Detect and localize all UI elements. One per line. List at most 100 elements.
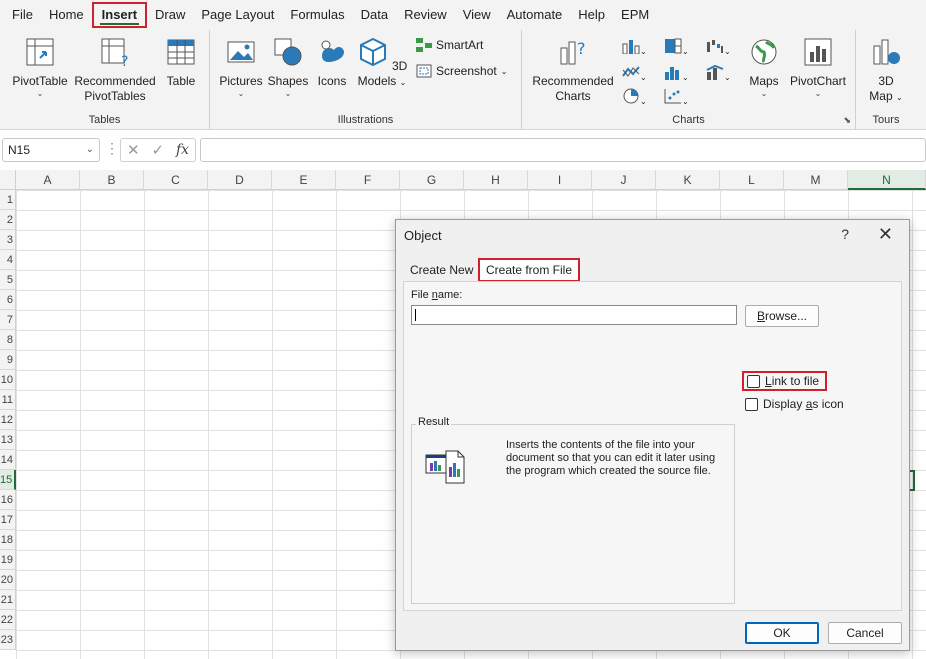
- menu-review[interactable]: Review: [396, 2, 455, 28]
- row-header-6[interactable]: 6: [0, 290, 16, 310]
- row-header-12[interactable]: 12: [0, 410, 16, 430]
- ok-button[interactable]: OK: [745, 622, 819, 644]
- row-header-10[interactable]: 10: [0, 370, 16, 390]
- chevron-down-icon: ⌄: [760, 89, 768, 98]
- charts-group: ? Recommended Charts ⌄ ⌄ ⌄ ⌄ ⌄ ⌄ ⌄ ⌄ Map…: [522, 30, 856, 130]
- row-header-16[interactable]: 16: [0, 490, 16, 510]
- column-header-b[interactable]: B: [80, 170, 144, 190]
- row-header-9[interactable]: 9: [0, 350, 16, 370]
- browse-label: rowse...: [765, 309, 808, 323]
- maps-button[interactable]: Maps ⌄: [744, 36, 784, 99]
- column-header-i[interactable]: I: [528, 170, 592, 190]
- row-header-18[interactable]: 18: [0, 530, 16, 550]
- column-chart-button[interactable]: ⌄: [622, 38, 647, 56]
- column-header-c[interactable]: C: [144, 170, 208, 190]
- column-header-j[interactable]: J: [592, 170, 656, 190]
- charts-group-label: Charts: [672, 114, 705, 126]
- recommended-pivottables-button[interactable]: ? Recommended PivotTables: [72, 36, 158, 104]
- recommended-charts-button[interactable]: ? Recommended Charts: [530, 36, 616, 104]
- screenshot-button[interactable]: Screenshot ⌄: [416, 64, 507, 78]
- column-header-g[interactable]: G: [400, 170, 464, 190]
- row-header-7[interactable]: 7: [0, 310, 16, 330]
- row-header-21[interactable]: 21: [0, 590, 16, 610]
- file-name-input[interactable]: [411, 305, 737, 325]
- column-header-f[interactable]: F: [336, 170, 400, 190]
- browse-button[interactable]: Browse...: [745, 305, 819, 327]
- chevron-down-icon: ⌄: [895, 93, 903, 102]
- row-header-4[interactable]: 4: [0, 250, 16, 270]
- 3d-map-button[interactable]: 3D Map ⌄: [864, 36, 908, 105]
- link-accel: L: [765, 374, 772, 388]
- tab-create-new[interactable]: Create New: [404, 258, 479, 282]
- line-chart-button[interactable]: ⌄: [622, 64, 647, 82]
- chevron-down-icon: ⌄: [36, 89, 44, 98]
- pivottable-button[interactable]: PivotTable ⌄: [10, 36, 70, 99]
- name-box[interactable]: N15 ⌄: [2, 138, 100, 162]
- column-header-k[interactable]: K: [656, 170, 720, 190]
- row-header-20[interactable]: 20: [0, 570, 16, 590]
- pivotchart-icon: [804, 38, 832, 66]
- smartart-button[interactable]: SmartArt: [416, 38, 483, 52]
- recommended-pivot-label-2: PivotTables: [84, 89, 146, 103]
- menu-draw[interactable]: Draw: [147, 2, 193, 28]
- row-header-5[interactable]: 5: [0, 270, 16, 290]
- display-pre: Display: [763, 397, 806, 411]
- menu-insert[interactable]: Insert: [91, 2, 148, 28]
- menu-automate[interactable]: Automate: [499, 2, 571, 28]
- statistic-chart-button[interactable]: ⌄: [664, 64, 689, 82]
- menu-page-layout[interactable]: Page Layout: [193, 2, 282, 28]
- pictures-icon: [227, 41, 255, 63]
- pictures-button[interactable]: Pictures ⌄: [218, 36, 264, 99]
- row-header-14[interactable]: 14: [0, 450, 16, 470]
- more-icon[interactable]: ⋮: [105, 140, 119, 157]
- row-header-23[interactable]: 23: [0, 630, 16, 650]
- column-header-m[interactable]: M: [784, 170, 848, 190]
- column-header-d[interactable]: D: [208, 170, 272, 190]
- combo-chart-button[interactable]: ⌄: [706, 64, 731, 82]
- row-header-2[interactable]: 2: [0, 210, 16, 230]
- select-all-corner[interactable]: [0, 170, 16, 190]
- cancel-icon[interactable]: ✕: [127, 141, 140, 159]
- row-header-15[interactable]: 15: [0, 470, 16, 490]
- chevron-down-icon: ⌄: [399, 78, 407, 87]
- pie-chart-button[interactable]: ⌄: [622, 88, 647, 106]
- menu-home[interactable]: Home: [41, 2, 92, 28]
- column-header-n[interactable]: N: [848, 170, 926, 190]
- row-header-17[interactable]: 17: [0, 510, 16, 530]
- row-header-19[interactable]: 19: [0, 550, 16, 570]
- row-header-22[interactable]: 22: [0, 610, 16, 630]
- row-header-3[interactable]: 3: [0, 230, 16, 250]
- row-header-11[interactable]: 11: [0, 390, 16, 410]
- menu-epm[interactable]: EPM: [613, 2, 657, 28]
- shapes-button[interactable]: Shapes ⌄: [266, 36, 310, 99]
- menu-data[interactable]: Data: [353, 2, 396, 28]
- insert-function-icon[interactable]: fx: [176, 142, 189, 158]
- menu-bar: File Home Insert Draw Page Layout Formul…: [0, 0, 926, 30]
- table-button[interactable]: Table: [160, 36, 202, 89]
- waterfall-chart-button[interactable]: ⌄: [706, 38, 731, 56]
- column-header-l[interactable]: L: [720, 170, 784, 190]
- tab-create-from-file[interactable]: Create from File: [478, 258, 581, 282]
- column-header-a[interactable]: A: [16, 170, 80, 190]
- display-as-icon-checkbox[interactable]: Display as icon: [745, 397, 844, 411]
- check-icon[interactable]: ✓: [151, 141, 164, 159]
- menu-view[interactable]: View: [455, 2, 499, 28]
- menu-formulas[interactable]: Formulas: [282, 2, 352, 28]
- 3d-models-button[interactable]: 3D Models ⌄: [354, 36, 410, 90]
- formula-input[interactable]: [200, 138, 926, 162]
- row-header-13[interactable]: 13: [0, 430, 16, 450]
- cancel-button[interactable]: Cancel: [828, 622, 902, 644]
- scatter-chart-button[interactable]: ⌄: [664, 88, 689, 106]
- hierarchy-chart-button[interactable]: ⌄: [664, 38, 689, 56]
- column-header-e[interactable]: E: [272, 170, 336, 190]
- column-header-h[interactable]: H: [464, 170, 528, 190]
- icons-button[interactable]: Icons: [312, 36, 352, 89]
- menu-help[interactable]: Help: [570, 2, 613, 28]
- help-icon[interactable]: ?: [841, 226, 849, 242]
- row-header-8[interactable]: 8: [0, 330, 16, 350]
- link-to-file-checkbox[interactable]: Link to file: [742, 371, 828, 391]
- row-header-1[interactable]: 1: [0, 190, 16, 210]
- pivotchart-button[interactable]: PivotChart ⌄: [788, 36, 848, 99]
- menu-file[interactable]: File: [4, 2, 41, 28]
- close-icon[interactable]: ✕: [878, 224, 893, 245]
